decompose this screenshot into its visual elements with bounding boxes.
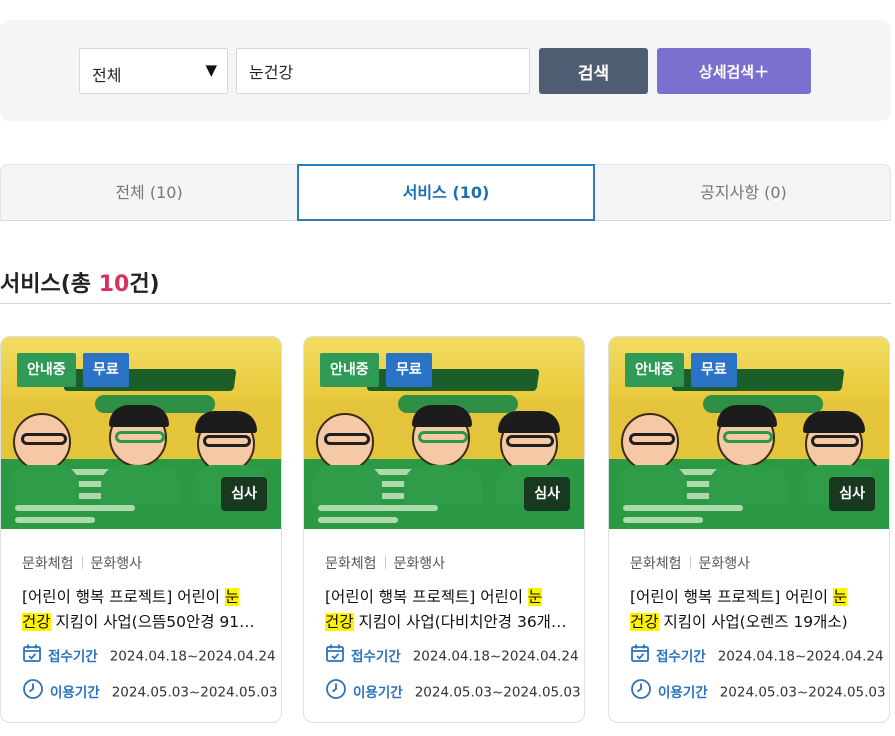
service-card[interactable]: 안내중 무료 심사 문화체험 문화행사 [어린이 행복 프로젝트] 어린이 눈 건강 지킴이…: [303, 336, 585, 723]
service-thumbnail: 안내중 무료심사: [304, 337, 584, 529]
service-title[interactable]: [어린이 행복 프로젝트] 어린이 눈 건강 지킴이 사업(으뜸50안경 91개소…: [22, 585, 268, 635]
search-panel: 전체 ▼ 검색 상세검색＋: [0, 20, 891, 121]
caret-down-icon: ▼: [205, 61, 217, 79]
category-tag: 문화체험: [325, 556, 377, 572]
fee-badge: 무료: [386, 353, 432, 387]
apply-period-value: 2024.04.18~2024.04.24: [109, 648, 276, 665]
use-period-value: 2024.05.03~2024.05.03: [111, 684, 278, 701]
calendar-check-icon: [22, 643, 42, 670]
keyword-highlight: 건강: [630, 613, 659, 631]
tab-notice[interactable]: 공지사항 (0): [595, 165, 892, 220]
section-title: 서비스(총 10건): [0, 272, 160, 297]
clock-icon: [325, 678, 347, 707]
status-badge: 안내중: [625, 353, 684, 387]
service-title[interactable]: [어린이 행복 프로젝트] 어린이 눈 건강 지킴이 사업(오렌즈 19개소): [630, 585, 876, 635]
use-period-label: 이용기간: [50, 684, 100, 701]
fee-badge: 무료: [691, 353, 737, 387]
use-period-row: 이용기간 2024.05.03~2024.05.03: [325, 678, 581, 701]
result-tabs: 전체 (10) 서비스 (10) 공지사항 (0): [0, 164, 891, 221]
category-tag: 문화행사: [393, 556, 446, 572]
category-tag: 문화체험: [630, 556, 682, 572]
keyword-highlight: 눈: [527, 588, 543, 606]
apply-period-row: 접수기간 2024.04.18~2024.04.24: [630, 643, 884, 665]
apply-period-value: 2024.04.18~2024.04.24: [717, 648, 884, 665]
status-badge: 안내중: [320, 353, 379, 387]
category-select[interactable]: 전체 ▼: [79, 48, 228, 94]
selection-badge: 심사: [524, 477, 570, 511]
calendar-check-icon: [630, 643, 650, 670]
clock-icon: [630, 678, 652, 707]
result-count: 10: [98, 272, 130, 297]
service-card[interactable]: 안내중 무료 심사 문화체험 문화행사 [어린이 행복 프로젝트] 어린이 눈 건강 지킴이…: [608, 336, 890, 723]
keyword-highlight: 눈: [224, 588, 240, 606]
apply-period-label: 접수기간: [656, 648, 706, 665]
category-select-value: 전체: [92, 66, 122, 85]
category-tag: 문화체험: [22, 556, 74, 572]
use-period-row: 이용기간 2024.05.03~2024.05.03: [22, 678, 278, 701]
service-card[interactable]: 안내중 무료 심사 문화체험 문화행사 [어린이 행복 프로젝트] 어린이 눈 건강 지킴이…: [0, 336, 282, 723]
search-input[interactable]: [236, 48, 530, 94]
category-tag: 문화행사: [698, 556, 751, 572]
use-period-value: 2024.05.03~2024.05.03: [414, 684, 581, 701]
clock-icon: [22, 678, 44, 707]
category-tags: 문화체험 문화행사: [325, 553, 445, 573]
keyword-highlight: 건강: [325, 613, 354, 631]
keyword-highlight: 눈: [832, 588, 848, 606]
apply-period-label: 접수기간: [48, 648, 98, 665]
search-button[interactable]: 검색: [539, 48, 648, 94]
tab-all[interactable]: 전체 (10): [1, 165, 297, 220]
use-period-label: 이용기간: [658, 684, 708, 701]
category-tags: 문화체험 문화행사: [22, 553, 142, 573]
use-period-row: 이용기간 2024.05.03~2024.05.03: [630, 678, 886, 701]
service-title[interactable]: [어린이 행복 프로젝트] 어린이 눈 건강 지킴이 사업(다비치안경 36개소): [325, 585, 571, 635]
apply-period-row: 접수기간 2024.04.18~2024.04.24: [325, 643, 579, 665]
advanced-search-button[interactable]: 상세검색＋: [657, 48, 811, 94]
category-tag: 문화행사: [90, 556, 143, 572]
apply-period-value: 2024.04.18~2024.04.24: [412, 648, 579, 665]
use-period-label: 이용기간: [353, 684, 403, 701]
apply-period-label: 접수기간: [351, 648, 401, 665]
apply-period-row: 접수기간 2024.04.18~2024.04.24: [22, 643, 276, 665]
use-period-value: 2024.05.03~2024.05.03: [719, 684, 886, 701]
service-thumbnail: 안내중 무료심사: [1, 337, 281, 529]
category-tags: 문화체험 문화행사: [630, 553, 750, 573]
keyword-highlight: 건강: [22, 613, 51, 631]
section-divider: [0, 303, 891, 304]
service-thumbnail: 안내중 무료심사: [609, 337, 889, 529]
selection-badge: 심사: [829, 477, 875, 511]
status-badge: 안내중: [17, 353, 76, 387]
tab-service[interactable]: 서비스 (10): [297, 164, 595, 221]
calendar-check-icon: [325, 643, 345, 670]
fee-badge: 무료: [83, 353, 129, 387]
selection-badge: 심사: [221, 477, 267, 511]
